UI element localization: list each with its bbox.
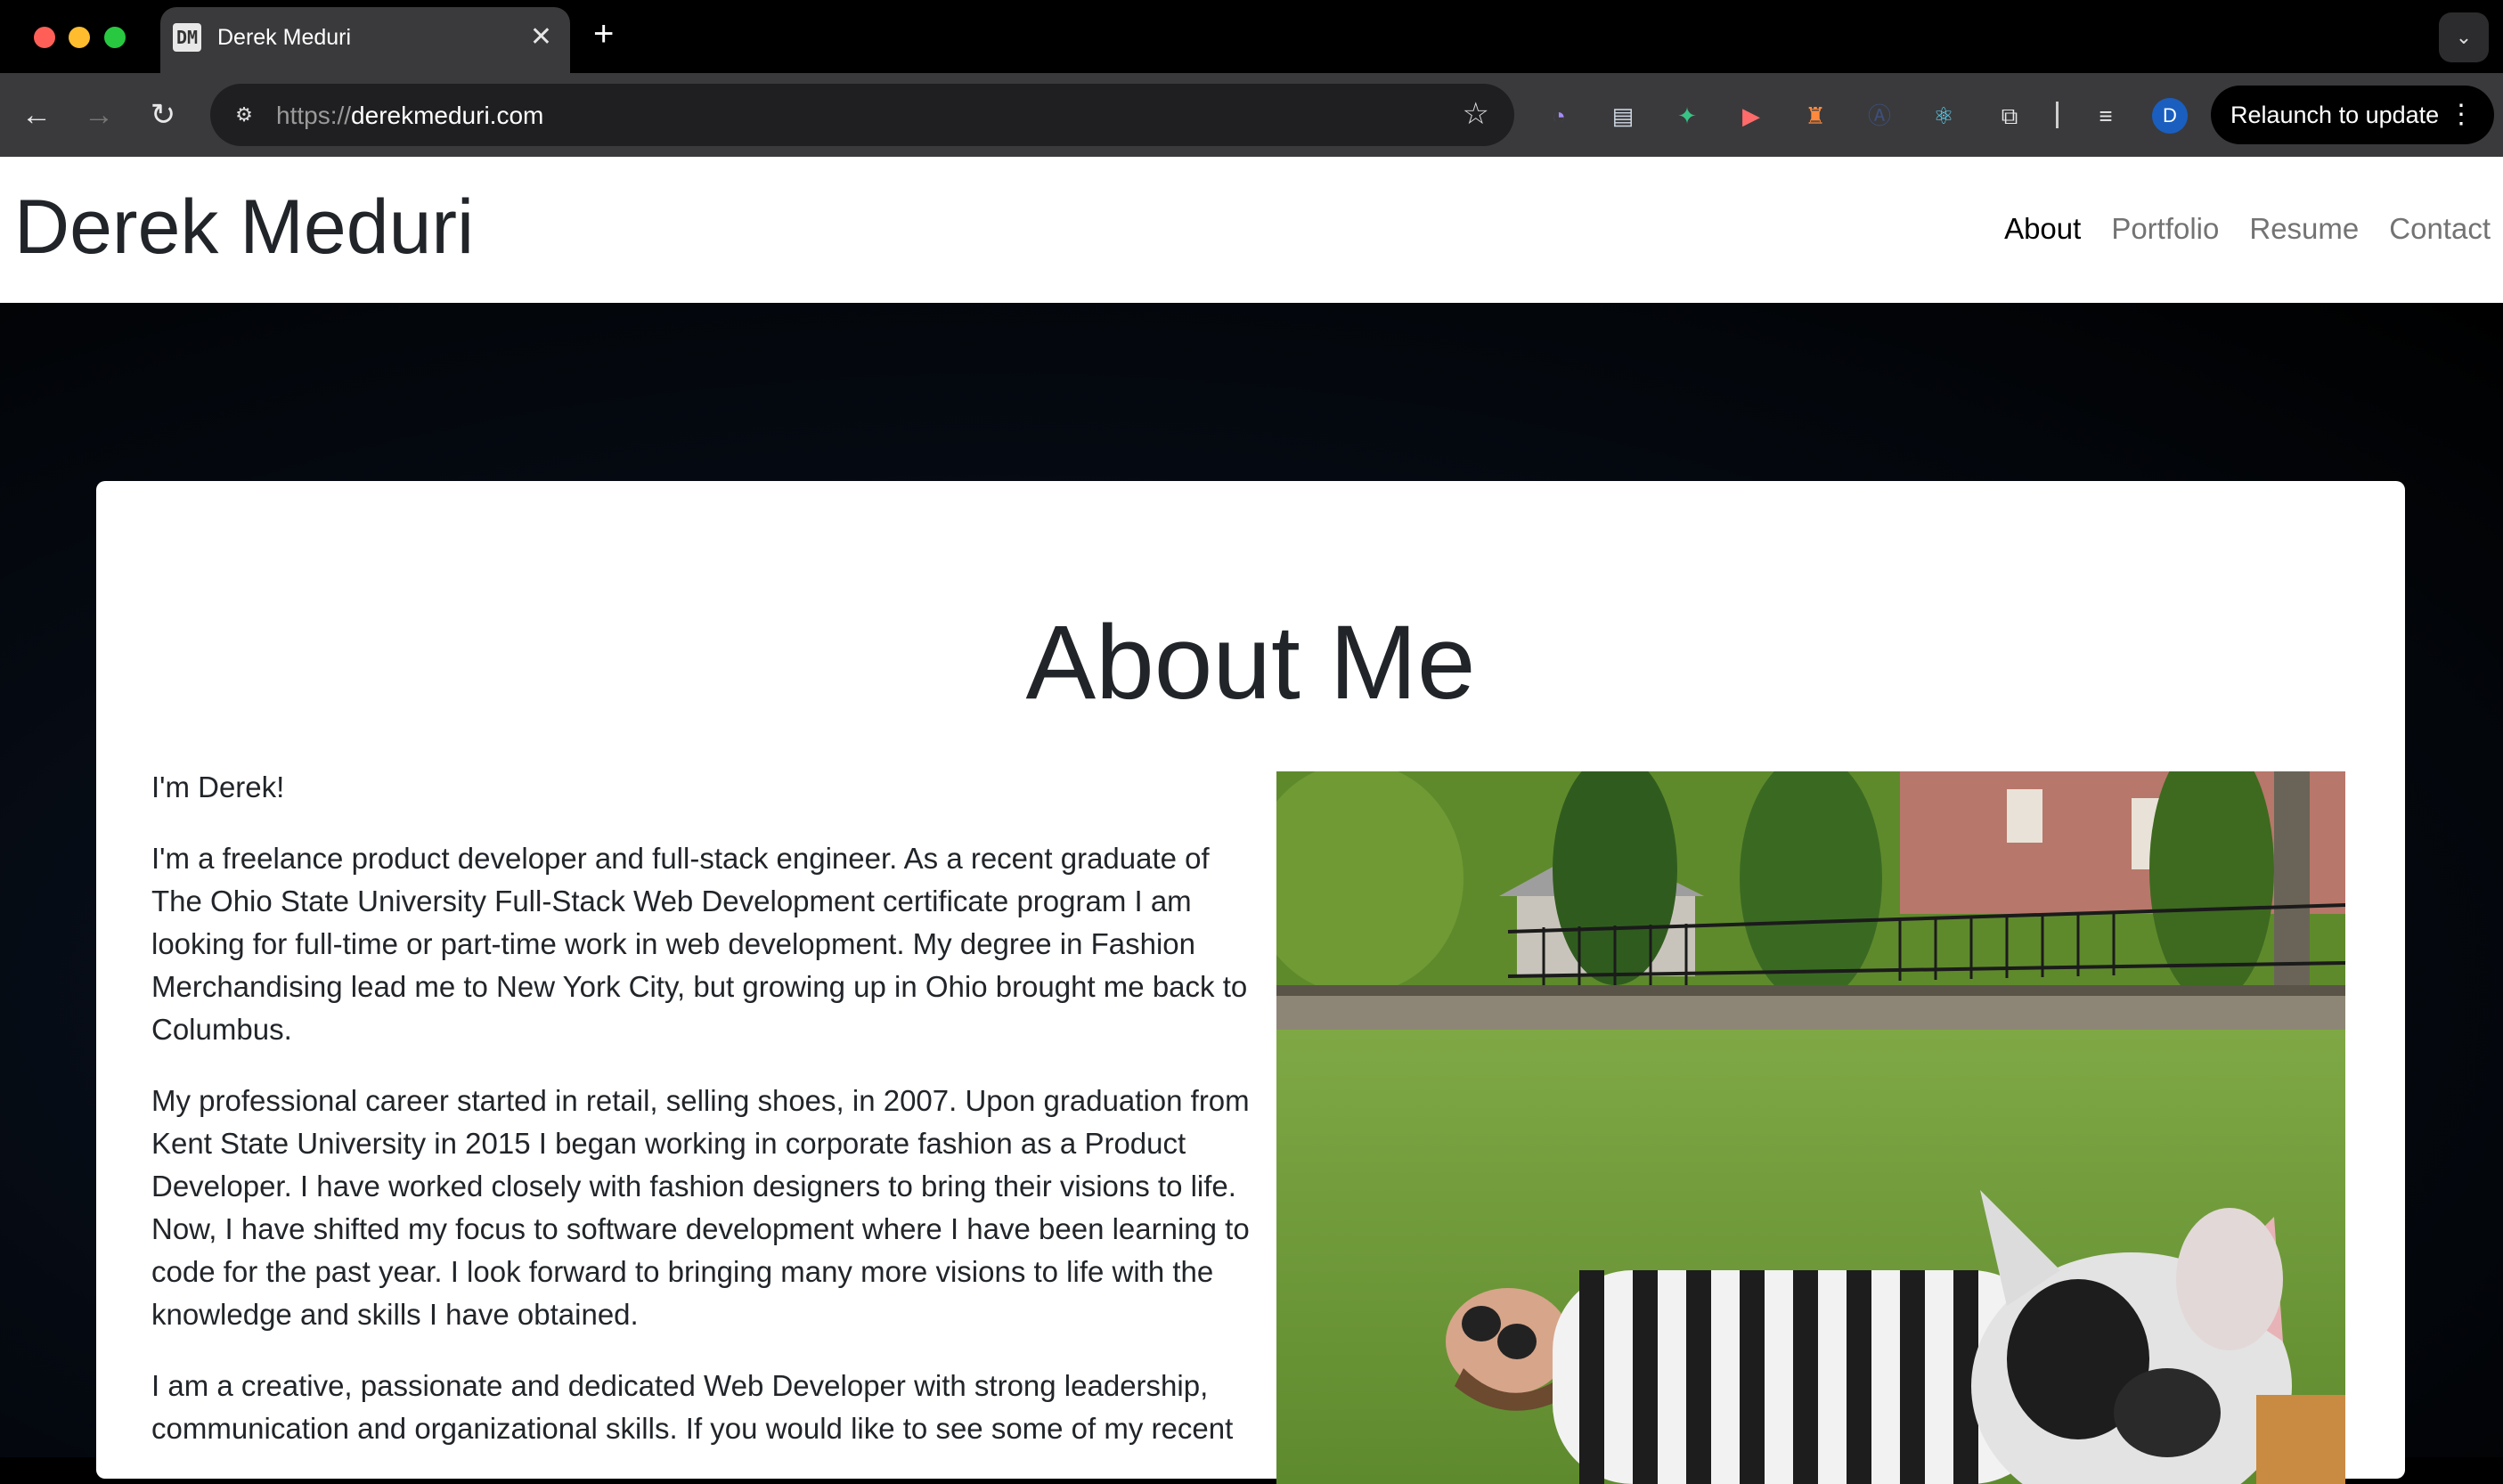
pie-extension-icon[interactable]: ◔ (1543, 100, 1575, 132)
hero-background: About Me I'm Derek! I'm a freelance prod… (0, 303, 2503, 1484)
bookmark-star-icon[interactable]: ☆ (1463, 96, 1489, 132)
nav-resume[interactable]: Resume (2249, 212, 2359, 246)
nav-about[interactable]: About (2004, 212, 2081, 246)
site-info-icon[interactable]: ⚙ (226, 97, 262, 133)
url-text[interactable]: https://derekmeduri.com (276, 102, 543, 130)
video-extension-icon[interactable]: ▶ (1735, 100, 1767, 132)
main-nav: About Portfolio Resume Contact (2004, 212, 2491, 246)
address-bar[interactable]: ⚙ https://derekmeduri.com ☆ (210, 84, 1514, 146)
back-arrow-icon[interactable]: ← (14, 93, 59, 137)
react-devtools-icon[interactable]: ⚛ (1928, 100, 1960, 132)
relaunch-button[interactable]: Relaunch to update ⋮ (2211, 86, 2494, 144)
nav-portfolio[interactable]: Portfolio (2111, 212, 2219, 246)
site-favicon-icon: DM (173, 23, 201, 52)
new-tab-button[interactable]: + (593, 16, 614, 52)
forward-arrow-icon[interactable]: → (77, 93, 121, 137)
site-name[interactable]: Derek Meduri (14, 183, 474, 272)
bird-extension-icon[interactable]: ✦ (1671, 100, 1703, 132)
close-window-button[interactable] (34, 27, 55, 48)
bio-paragraph: My professional career started in retail… (151, 1084, 1250, 1331)
tab-close-icon[interactable]: ✕ (530, 21, 552, 53)
toolbar-divider (2056, 102, 2059, 128)
maximize-window-button[interactable] (104, 27, 126, 48)
tab-title: Derek Meduri (217, 25, 352, 50)
browser-tab-active[interactable]: DM Derek Meduri ✕ (160, 7, 570, 73)
photo-illustration (1276, 771, 2345, 1484)
docs-extension-icon[interactable]: ▤ (1607, 100, 1639, 132)
browser-tab-bar: DM Derek Meduri ✕ + ⌄ (0, 0, 2503, 73)
site-header: Derek Meduri About Portfolio Resume Cont… (0, 157, 2503, 303)
bio-paragraph: I'm Derek! (151, 771, 285, 803)
browser-toolbar: ← → ↻ ⚙ https://derekmeduri.com ☆ ◔ ▤ ✦ … (0, 73, 2503, 157)
about-title: About Me (1025, 604, 1476, 722)
nav-contact[interactable]: Contact (2389, 212, 2491, 246)
media-controls-icon[interactable]: ≡ (2090, 100, 2122, 132)
about-bio: I'm Derek! I'm a freelance product devel… (151, 766, 1251, 1479)
about-card: About Me I'm Derek! I'm a freelance prod… (96, 481, 2405, 1484)
minimize-window-button[interactable] (69, 27, 90, 48)
tab-search-chevron-icon[interactable]: ⌄ (2439, 12, 2489, 62)
a-extension-icon[interactable]: Ⓐ (1863, 100, 1896, 132)
menu-dots-icon[interactable]: ⋮ (2448, 86, 2474, 144)
bio-paragraph: I am a creative, passionate and dedicate… (151, 1369, 1234, 1445)
bio-paragraph: I'm a freelance product developer and fu… (151, 842, 1248, 1046)
profile-photo (1276, 771, 2345, 1484)
profile-avatar[interactable]: D (2152, 98, 2188, 134)
reload-icon[interactable]: ↻ (141, 93, 185, 137)
figure-extension-icon[interactable]: ♜ (1799, 100, 1831, 132)
relaunch-label: Relaunch to update (2230, 102, 2440, 128)
puzzle-extensions-icon[interactable]: ⧉ (1993, 100, 2026, 132)
